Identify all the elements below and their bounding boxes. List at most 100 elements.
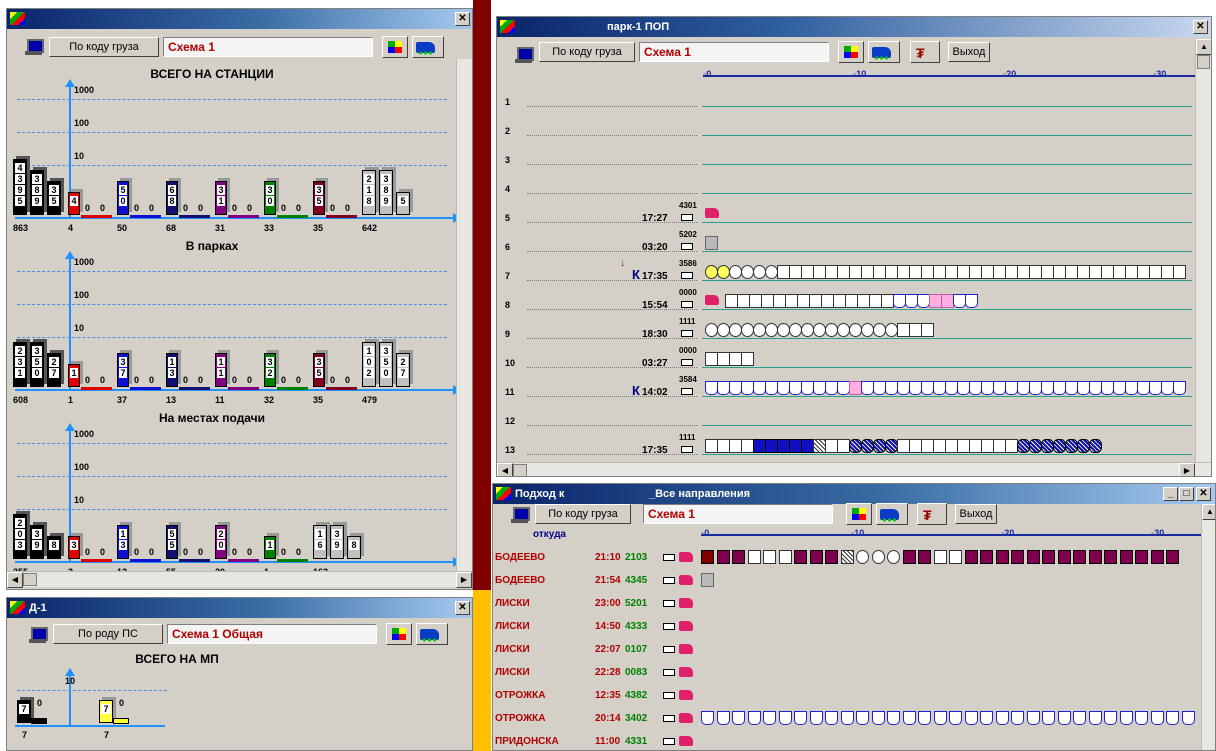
scheme-field[interactable]: Схема 1 xyxy=(163,37,373,57)
wagon xyxy=(921,323,934,337)
palette-button[interactable] xyxy=(382,36,408,58)
scroll-thumb[interactable] xyxy=(513,464,527,476)
scroll-left-arrow[interactable]: ◀ xyxy=(7,572,23,588)
wagon xyxy=(732,711,745,725)
title-bar[interactable]: парк-1 ПОП xyxy=(497,17,1211,37)
bar-digit: 3 xyxy=(15,540,25,550)
type-button[interactable]: По роду ПС xyxy=(53,624,163,644)
exit-button[interactable]: Выход xyxy=(948,42,990,62)
wagon xyxy=(701,550,714,564)
chart-title: ВСЕГО НА СТАНЦИИ xyxy=(150,67,274,81)
ruler-label: ◦20 xyxy=(1003,69,1017,79)
train-button[interactable] xyxy=(876,503,908,525)
wagon xyxy=(809,550,823,564)
yellow-divider xyxy=(473,590,491,751)
ruler-label: ◦10 xyxy=(853,69,867,79)
scroll-up-arrow[interactable]: ▲ xyxy=(1196,39,1211,55)
wagon xyxy=(1088,711,1102,725)
close-button[interactable]: ✕ xyxy=(1196,487,1211,501)
wagon xyxy=(701,711,714,725)
bar-value: 0 xyxy=(183,547,189,557)
cargo-code-button[interactable]: По коду груза xyxy=(49,37,159,57)
scroll-up-arrow[interactable]: ▲ xyxy=(1202,504,1215,520)
bar-total: 479 xyxy=(362,395,378,405)
cargo-code-button[interactable]: По коду груза xyxy=(539,42,635,62)
horizontal-scrollbar[interactable]: ◀ ▶ xyxy=(7,571,472,588)
train-button[interactable] xyxy=(412,36,444,58)
bar-value: 0 xyxy=(247,375,253,385)
palette-button[interactable] xyxy=(838,41,864,63)
track-dots xyxy=(527,280,697,281)
vertical-scrollbar[interactable]: ▲ xyxy=(1195,39,1211,462)
bar-digit: 0 xyxy=(119,196,127,206)
train-button[interactable] xyxy=(416,623,448,645)
wagon xyxy=(1150,550,1164,564)
close-button[interactable]: ✕ xyxy=(1193,20,1208,34)
track-dots xyxy=(527,164,697,165)
title-bar[interactable] xyxy=(7,9,472,29)
title-bar[interactable]: Д-1 xyxy=(7,598,472,618)
bar-digit: 3 xyxy=(315,357,323,367)
wagon xyxy=(741,352,754,366)
track-line xyxy=(702,338,1192,339)
scheme-field[interactable]: Схема 1 Общая xyxy=(167,624,377,644)
station-charts-window: ✕ По коду груза Схема 1 ВСЕГО НА СТАНЦИИ… xyxy=(6,8,473,590)
vertical-scrollbar[interactable] xyxy=(456,59,472,571)
scheme-field[interactable]: Схема 1 xyxy=(639,42,829,62)
ruler-line xyxy=(703,75,1203,77)
bar-digit: 5 xyxy=(381,357,391,367)
scroll-thumb[interactable] xyxy=(23,573,37,586)
palette-button[interactable] xyxy=(846,503,872,525)
tools-button[interactable]: ₮ xyxy=(917,503,947,525)
grid-line xyxy=(17,476,447,477)
axis-tick: 10 xyxy=(74,151,85,161)
title-bar[interactable]: Подход к _Все направления xyxy=(493,484,1215,504)
tools-button[interactable]: ₮ xyxy=(910,41,940,63)
ruler-label: ◦30 xyxy=(1151,528,1165,538)
exit-button[interactable]: Выход xyxy=(955,504,997,524)
car-icon xyxy=(681,214,693,221)
chart-title: В парках xyxy=(185,239,239,253)
key-marker: К xyxy=(632,267,640,282)
close-button[interactable]: ✕ xyxy=(455,12,470,26)
bar-digit: 2 xyxy=(15,346,25,356)
bar-digit: 3 xyxy=(70,540,78,550)
bar-digit: 9 xyxy=(332,540,342,550)
bar-digit: 5 xyxy=(315,368,323,378)
track-dots xyxy=(527,135,697,136)
scroll-thumb[interactable] xyxy=(1197,55,1210,69)
axis-tick: 1000 xyxy=(74,85,95,95)
vertical-scrollbar[interactable]: ▲ xyxy=(1201,504,1215,750)
scroll-left-arrow[interactable]: ◀ xyxy=(497,463,513,476)
computer-icon[interactable] xyxy=(25,38,44,56)
computer-icon[interactable] xyxy=(515,46,534,64)
close-button[interactable]: ✕ xyxy=(455,601,470,615)
wagon xyxy=(871,711,885,725)
horizontal-scrollbar[interactable]: ◀ ▶ xyxy=(497,462,1211,476)
wagon xyxy=(949,711,962,725)
from-station: ЛИСКИ xyxy=(495,667,530,678)
scroll-right-arrow[interactable]: ▶ xyxy=(1179,463,1195,476)
mp-chart: 10 7 0 7 7 0 7 xyxy=(7,668,467,750)
bar-digit: 5 xyxy=(315,196,323,206)
train-button[interactable] xyxy=(868,41,900,63)
bar-digit: 5 xyxy=(119,185,127,195)
computer-icon[interactable] xyxy=(29,626,48,644)
cargo-code-button[interactable]: По коду груза xyxy=(535,504,631,524)
minimize-button[interactable]: _ xyxy=(1163,487,1178,501)
bar-digit: 0 xyxy=(15,529,25,539)
locomotive-icon xyxy=(679,713,693,723)
chart-bar: 8 xyxy=(47,536,61,559)
scheme-field[interactable]: Схема 1 xyxy=(643,504,833,524)
palette-button[interactable] xyxy=(386,623,412,645)
bar-base xyxy=(277,215,293,218)
wagon xyxy=(856,550,869,564)
bar-digit: 3 xyxy=(266,357,274,367)
scroll-right-arrow[interactable]: ▶ xyxy=(456,572,472,588)
computer-icon[interactable] xyxy=(511,506,530,524)
wagon xyxy=(964,711,978,725)
wagon xyxy=(794,711,807,725)
bar-base xyxy=(243,387,259,390)
maximize-button[interactable]: □ xyxy=(1179,487,1194,501)
bar-total: 32 xyxy=(264,395,275,405)
